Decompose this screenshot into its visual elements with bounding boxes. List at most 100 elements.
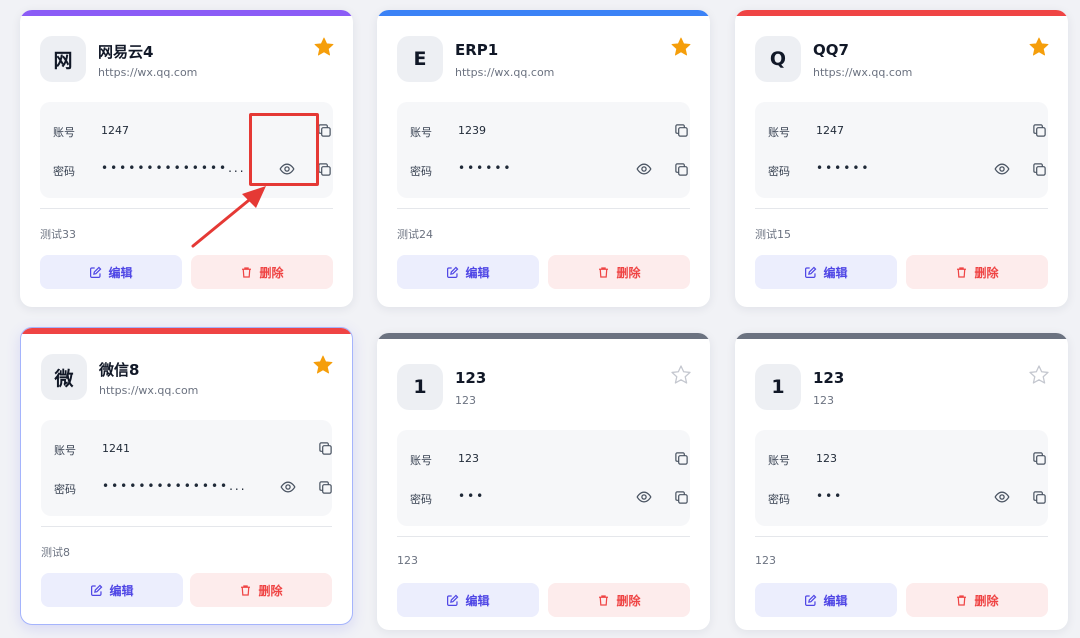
star-icon[interactable] bbox=[312, 354, 334, 376]
password-value: ••• bbox=[458, 489, 486, 503]
delete-button[interactable]: 删除 bbox=[190, 573, 332, 607]
password-label: 密码 bbox=[768, 493, 790, 506]
password-card[interactable]: 1 123 123 账号 123 密码 ••• 123 编辑 删除 bbox=[377, 333, 710, 630]
copy-icon[interactable] bbox=[671, 120, 691, 140]
card-url: https://wx.qq.com bbox=[98, 66, 198, 79]
delete-button[interactable]: 删除 bbox=[548, 255, 690, 289]
card-note: 测试15 bbox=[755, 228, 791, 241]
password-card[interactable]: 1 123 123 账号 123 密码 ••• 123 编辑 删除 bbox=[735, 333, 1068, 630]
copy-icon[interactable] bbox=[671, 487, 691, 507]
password-label: 密码 bbox=[53, 165, 75, 178]
card-avatar: E bbox=[397, 36, 443, 82]
trash-icon bbox=[239, 584, 252, 597]
password-card[interactable]: Q QQ7 https://wx.qq.com 账号 1247 密码 •••••… bbox=[735, 10, 1068, 307]
copy-icon[interactable] bbox=[1029, 487, 1049, 507]
eye-icon[interactable] bbox=[277, 159, 297, 179]
card-title: 微信8 bbox=[99, 361, 140, 379]
copy-icon[interactable] bbox=[314, 120, 334, 140]
delete-button[interactable]: 删除 bbox=[906, 255, 1048, 289]
credentials-panel: 账号 123 密码 ••• bbox=[755, 430, 1048, 526]
edit-icon bbox=[89, 266, 102, 279]
trash-icon bbox=[955, 266, 968, 279]
account-label: 账号 bbox=[53, 126, 75, 139]
password-label: 密码 bbox=[54, 483, 76, 496]
edit-icon bbox=[804, 266, 817, 279]
copy-icon[interactable] bbox=[1029, 120, 1049, 140]
account-label: 账号 bbox=[768, 126, 790, 139]
password-card[interactable]: 微 微信8 https://wx.qq.com 账号 1241 密码 •••••… bbox=[20, 327, 353, 625]
edit-button[interactable]: 编辑 bbox=[41, 573, 183, 607]
card-title: 123 bbox=[813, 369, 845, 387]
account-value: 1241 bbox=[102, 442, 130, 455]
edit-button[interactable]: 编辑 bbox=[755, 255, 897, 289]
delete-button-label: 删除 bbox=[616, 265, 641, 280]
card-url: https://wx.qq.com bbox=[99, 384, 199, 397]
edit-button[interactable]: 编辑 bbox=[755, 583, 897, 617]
eye-icon[interactable] bbox=[992, 159, 1012, 179]
edit-icon bbox=[804, 594, 817, 607]
delete-button[interactable]: 删除 bbox=[191, 255, 333, 289]
eye-icon[interactable] bbox=[278, 477, 298, 497]
card-accent-bar bbox=[377, 10, 710, 16]
delete-button-label: 删除 bbox=[974, 593, 999, 608]
copy-icon[interactable] bbox=[1029, 159, 1049, 179]
password-value: •••••• bbox=[816, 161, 871, 175]
password-card[interactable]: 网 网易云4 https://wx.qq.com 账号 1247 密码 ••••… bbox=[20, 10, 353, 307]
eye-icon[interactable] bbox=[634, 487, 654, 507]
copy-icon[interactable] bbox=[315, 438, 335, 458]
account-label: 账号 bbox=[54, 444, 76, 457]
card-divider bbox=[397, 536, 690, 537]
password-card[interactable]: E ERP1 https://wx.qq.com 账号 1239 密码 ••••… bbox=[377, 10, 710, 307]
edit-button-label: 编辑 bbox=[108, 265, 133, 280]
edit-button-label: 编辑 bbox=[823, 265, 848, 280]
eye-icon[interactable] bbox=[634, 159, 654, 179]
card-divider bbox=[755, 536, 1048, 537]
star-icon[interactable] bbox=[313, 36, 335, 58]
star-icon[interactable] bbox=[1028, 364, 1050, 386]
star-icon[interactable] bbox=[670, 36, 692, 58]
account-value: 1247 bbox=[816, 124, 844, 137]
edit-button-label: 编辑 bbox=[823, 593, 848, 608]
credentials-panel: 账号 1247 密码 •••••• bbox=[755, 102, 1048, 198]
copy-icon[interactable] bbox=[315, 477, 335, 497]
card-url: 123 bbox=[813, 394, 834, 407]
delete-button-label: 删除 bbox=[258, 583, 283, 598]
edit-button-label: 编辑 bbox=[465, 593, 490, 608]
card-title: 123 bbox=[455, 369, 487, 387]
star-icon[interactable] bbox=[670, 364, 692, 386]
delete-button-label: 删除 bbox=[616, 593, 641, 608]
copy-icon[interactable] bbox=[671, 159, 691, 179]
edit-button[interactable]: 编辑 bbox=[397, 255, 539, 289]
account-label: 账号 bbox=[768, 454, 790, 467]
delete-button[interactable]: 删除 bbox=[548, 583, 690, 617]
eye-icon[interactable] bbox=[992, 487, 1012, 507]
credentials-panel: 账号 123 密码 ••• bbox=[397, 430, 690, 526]
edit-icon bbox=[446, 594, 459, 607]
password-value: ••••••••••••••... bbox=[102, 479, 247, 493]
card-divider bbox=[40, 208, 333, 209]
trash-icon bbox=[240, 266, 253, 279]
password-label: 密码 bbox=[410, 493, 432, 506]
card-url: 123 bbox=[455, 394, 476, 407]
card-note: 测试24 bbox=[397, 228, 433, 241]
edit-button[interactable]: 编辑 bbox=[40, 255, 182, 289]
edit-icon bbox=[90, 584, 103, 597]
card-url: https://wx.qq.com bbox=[813, 66, 913, 79]
delete-button-label: 删除 bbox=[974, 265, 999, 280]
delete-button[interactable]: 删除 bbox=[906, 583, 1048, 617]
copy-icon[interactable] bbox=[314, 159, 334, 179]
password-value: •••••• bbox=[458, 161, 513, 175]
delete-button-label: 删除 bbox=[259, 265, 284, 280]
card-avatar: Q bbox=[755, 36, 801, 82]
password-value: ••• bbox=[816, 489, 844, 503]
star-icon[interactable] bbox=[1028, 36, 1050, 58]
copy-icon[interactable] bbox=[1029, 448, 1049, 468]
trash-icon bbox=[955, 594, 968, 607]
edit-button[interactable]: 编辑 bbox=[397, 583, 539, 617]
password-value: ••••••••••••••... bbox=[101, 161, 246, 175]
card-note: 测试8 bbox=[41, 546, 70, 559]
copy-icon[interactable] bbox=[671, 448, 691, 468]
credentials-panel: 账号 1239 密码 •••••• bbox=[397, 102, 690, 198]
card-accent-bar bbox=[377, 333, 710, 339]
account-label: 账号 bbox=[410, 454, 432, 467]
